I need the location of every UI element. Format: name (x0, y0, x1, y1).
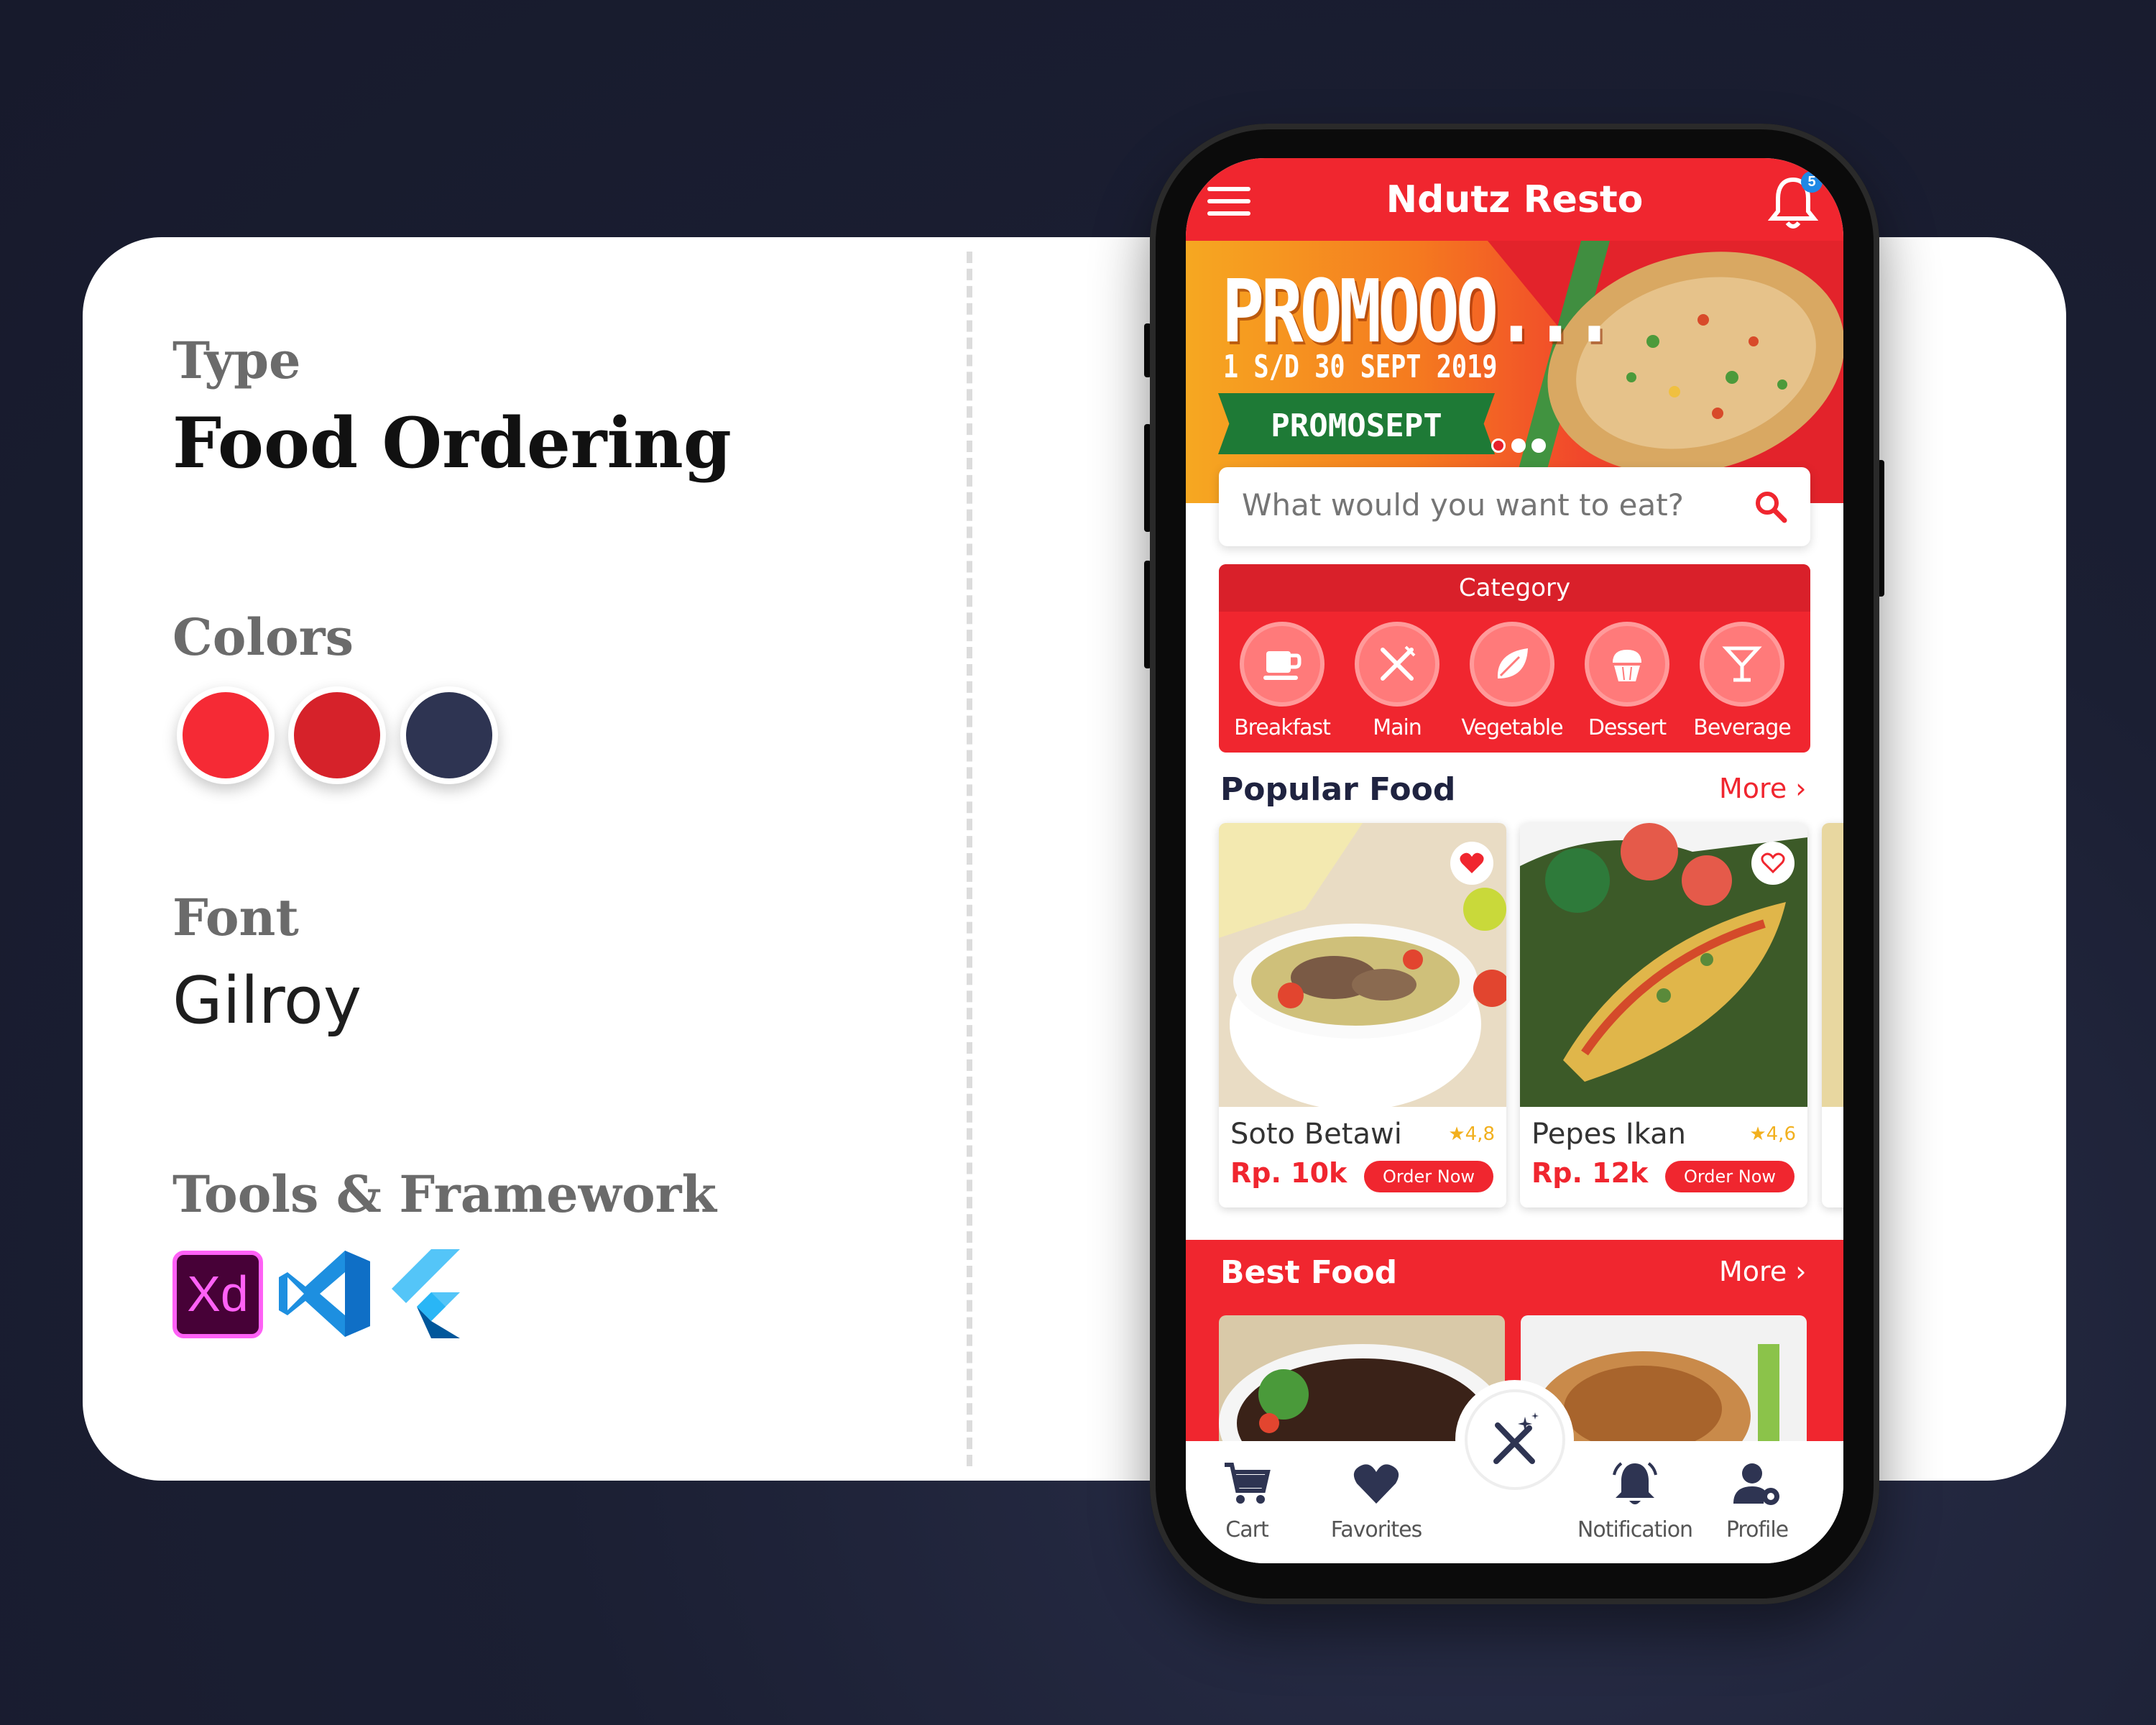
font-label: Font (172, 888, 299, 947)
category-label: Beverage (1693, 715, 1791, 740)
food-card-pepes-ikan[interactable]: Pepes Ikan ★4,6 Rp. 12k Order Now (1520, 823, 1807, 1208)
cart-icon (1225, 1463, 1271, 1504)
food-card-soto-betawi[interactable]: Soto Betawi ★4,8 Rp. 10k Order Now (1219, 823, 1506, 1208)
category-title: Category (1219, 564, 1810, 612)
nav-profile[interactable]: Profile (1685, 1459, 1829, 1542)
colors-label: Colors (172, 607, 354, 667)
heart-icon (1353, 1464, 1399, 1504)
promo-code: PROMOSEPT (1271, 408, 1442, 444)
more-label: More (1719, 773, 1787, 804)
pagination-dot[interactable] (1531, 438, 1546, 453)
rating-value: 4,6 (1766, 1123, 1796, 1145)
order-now-button[interactable]: Order Now (1364, 1161, 1493, 1192)
food-rating: ★4,6 (1749, 1123, 1796, 1145)
category-vegetable[interactable]: Vegetable (1455, 622, 1570, 740)
best-food-title: Best Food (1220, 1254, 1398, 1291)
star-icon: ★ (1448, 1123, 1465, 1145)
cupcake-icon (1613, 650, 1641, 681)
app-screen: Ndutz Resto 5 PROMOOO... 1 S/D 30 SEPT 2… (1186, 158, 1843, 1563)
category-label: Breakfast (1234, 715, 1331, 740)
search-bar (1219, 467, 1810, 546)
color-swatch-dark-red (288, 686, 386, 784)
category-main[interactable]: Main (1340, 622, 1455, 740)
leaf-icon (1497, 648, 1528, 678)
color-swatch-navy (400, 686, 498, 784)
color-swatch-red (177, 686, 275, 784)
banner-pagination (1491, 438, 1552, 456)
search-input[interactable] (1242, 487, 1745, 523)
nav-label: Cart (1225, 1517, 1268, 1542)
category-panel: Category Breakfast Main Vegetable Desser… (1219, 564, 1810, 753)
more-label: More (1719, 1256, 1787, 1287)
promo-banner[interactable]: PROMOOO... 1 S/D 30 SEPT 2019 PROMOSEPT (1186, 241, 1843, 503)
fork-knife-icon (1381, 645, 1416, 681)
fork-spoon-sparkle-icon (1493, 1412, 1539, 1464)
favorite-button[interactable] (1450, 842, 1493, 885)
nav-favorites[interactable]: Favorites (1304, 1459, 1448, 1542)
font-value: Gilroy (172, 963, 362, 1039)
cocktail-icon (1722, 646, 1762, 682)
star-icon: ★ (1749, 1123, 1766, 1145)
app-title: Ndutz Resto (1386, 178, 1644, 221)
flutter-icon (392, 1249, 460, 1338)
fab-inner (1464, 1389, 1565, 1490)
favorite-button[interactable] (1751, 842, 1795, 885)
food-image (1822, 823, 1843, 1107)
dashed-divider (967, 252, 972, 1466)
pagination-dot-active[interactable] (1491, 438, 1506, 453)
category-main-circle (1355, 622, 1439, 707)
adobe-xd-icon: Xd (172, 1251, 263, 1338)
pagination-dot[interactable] (1511, 438, 1526, 453)
promo-date: 1 S/D 30 SEPT 2019 (1223, 349, 1498, 385)
vscode-icon (279, 1251, 370, 1337)
category-breakfast-circle (1240, 622, 1325, 707)
category-breakfast[interactable]: Breakfast (1225, 622, 1340, 740)
user-settings-icon (1733, 1463, 1779, 1505)
promo-title: PROMOOO... (1222, 262, 1616, 362)
category-beverage-circle (1700, 622, 1784, 707)
best-more-link[interactable]: More › (1719, 1256, 1807, 1287)
category-dessert[interactable]: Dessert (1570, 622, 1685, 740)
rating-value: 4,8 (1465, 1123, 1495, 1145)
nav-cart[interactable]: Cart (1186, 1459, 1319, 1542)
heart-filled-icon (1460, 852, 1484, 873)
type-label: Type (172, 331, 301, 390)
tools-label: Tools & Framework (172, 1164, 717, 1224)
nav-label: Favorites (1330, 1517, 1423, 1542)
food-name: Pepes Ikan (1531, 1118, 1686, 1151)
adobe-xd-label: Xd (187, 1266, 249, 1322)
type-value: Food Ordering (172, 402, 732, 484)
food-name: Soto Betawi (1230, 1118, 1402, 1151)
food-price: Rp. 10k (1230, 1157, 1348, 1189)
order-now-button[interactable]: Order Now (1665, 1161, 1795, 1192)
notification-badge: 5 (1801, 171, 1823, 193)
chevron-right-icon: › (1795, 773, 1807, 804)
bell-icon (1613, 1462, 1657, 1504)
food-rating: ★4,8 (1448, 1123, 1495, 1145)
popular-more-link[interactable]: More › (1719, 773, 1807, 804)
popular-food-title: Popular Food (1220, 771, 1456, 808)
category-label: Vegetable (1461, 715, 1563, 740)
heart-outline-icon (1761, 852, 1785, 874)
nav-label: Profile (1726, 1517, 1789, 1542)
category-label: Main (1373, 715, 1422, 740)
order-fab[interactable] (1455, 1380, 1574, 1499)
search-icon[interactable] (1753, 489, 1789, 525)
chevron-right-icon: › (1795, 1256, 1807, 1287)
food-card-partial[interactable] (1822, 823, 1843, 1208)
category-dessert-circle (1585, 622, 1669, 707)
category-label: Dessert (1588, 715, 1667, 740)
app-header: Ndutz Resto 5 (1186, 158, 1843, 241)
coffee-cup-icon (1263, 651, 1302, 680)
notification-bell-icon[interactable]: 5 (1767, 171, 1823, 231)
category-vegetable-circle (1470, 622, 1554, 707)
food-price: Rp. 12k (1531, 1157, 1649, 1189)
category-beverage[interactable]: Beverage (1685, 622, 1800, 740)
